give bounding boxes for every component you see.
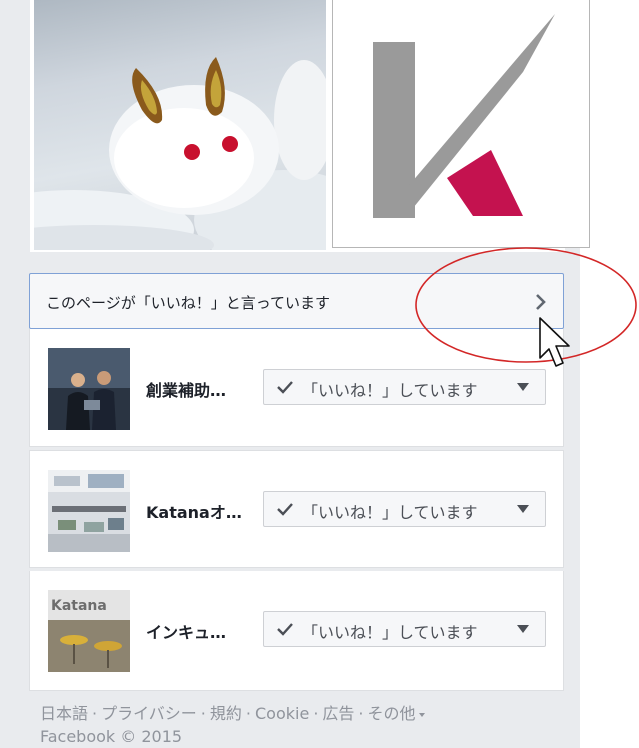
page-footer: 日本語 · プライバシー · 規約 · Cookie · 広告 · その他 Facebook © 2…	[40, 702, 425, 748]
liked-page-card: 創業補助… 「いいね！」しています	[29, 329, 564, 447]
liked-button[interactable]: 「いいね！」しています	[263, 611, 546, 647]
katana-k-logo[interactable]	[332, 0, 590, 248]
photo-strip	[30, 0, 590, 252]
page-name[interactable]: 創業補助…	[146, 377, 226, 401]
page-name[interactable]: インキュ…	[146, 619, 226, 643]
footer-link-more[interactable]: その他	[368, 704, 416, 723]
page-thumbnail[interactable]	[48, 470, 130, 552]
liked-page-card: Katana インキュ… 「いいね！」しています	[29, 571, 564, 691]
liked-pages-header-label: このページが「いいね！」と言っています	[46, 294, 330, 312]
liked-button[interactable]: 「いいね！」しています	[263, 491, 546, 527]
liked-button-label: 「いいね！」しています	[302, 381, 478, 400]
snow-bunny-photo[interactable]	[34, 0, 326, 250]
page-thumbnail[interactable]	[48, 348, 130, 430]
chevron-right-icon[interactable]	[533, 291, 549, 313]
caret-down-icon	[418, 712, 425, 717]
thumbnail-katana-sign: Katana	[51, 598, 107, 614]
footer-copyright: Facebook © 2015	[40, 727, 183, 746]
liked-button-label: 「いいね！」しています	[302, 503, 478, 522]
liked-page-card: Katanaオ… 「いいね！」しています	[29, 450, 564, 568]
footer-links: 日本語 · プライバシー · 規約 · Cookie · 広告 · その他	[40, 702, 425, 725]
page-name[interactable]: Katanaオ…	[146, 499, 242, 523]
footer-link-cookie[interactable]: Cookie	[255, 704, 309, 723]
page-thumbnail[interactable]: Katana	[48, 590, 130, 672]
footer-link-language[interactable]: 日本語	[40, 704, 88, 723]
liked-button-label: 「いいね！」しています	[302, 623, 478, 642]
caret-down-icon	[517, 625, 529, 633]
footer-link-privacy[interactable]: プライバシー	[101, 704, 197, 723]
footer-link-ads[interactable]: 広告	[322, 704, 354, 723]
check-icon	[277, 503, 293, 516]
liked-button[interactable]: 「いいね！」しています	[263, 369, 546, 405]
caret-down-icon	[517, 505, 529, 513]
footer-link-terms[interactable]: 規約	[210, 704, 242, 723]
liked-pages-header[interactable]: このページが「いいね！」と言っています	[29, 273, 564, 329]
check-icon	[277, 623, 293, 636]
caret-down-icon	[517, 383, 529, 391]
check-icon	[277, 381, 293, 394]
right-column: このページが「いいね！」と言っています 創業補助… 「いいね！」しています Ka…	[0, 0, 590, 748]
